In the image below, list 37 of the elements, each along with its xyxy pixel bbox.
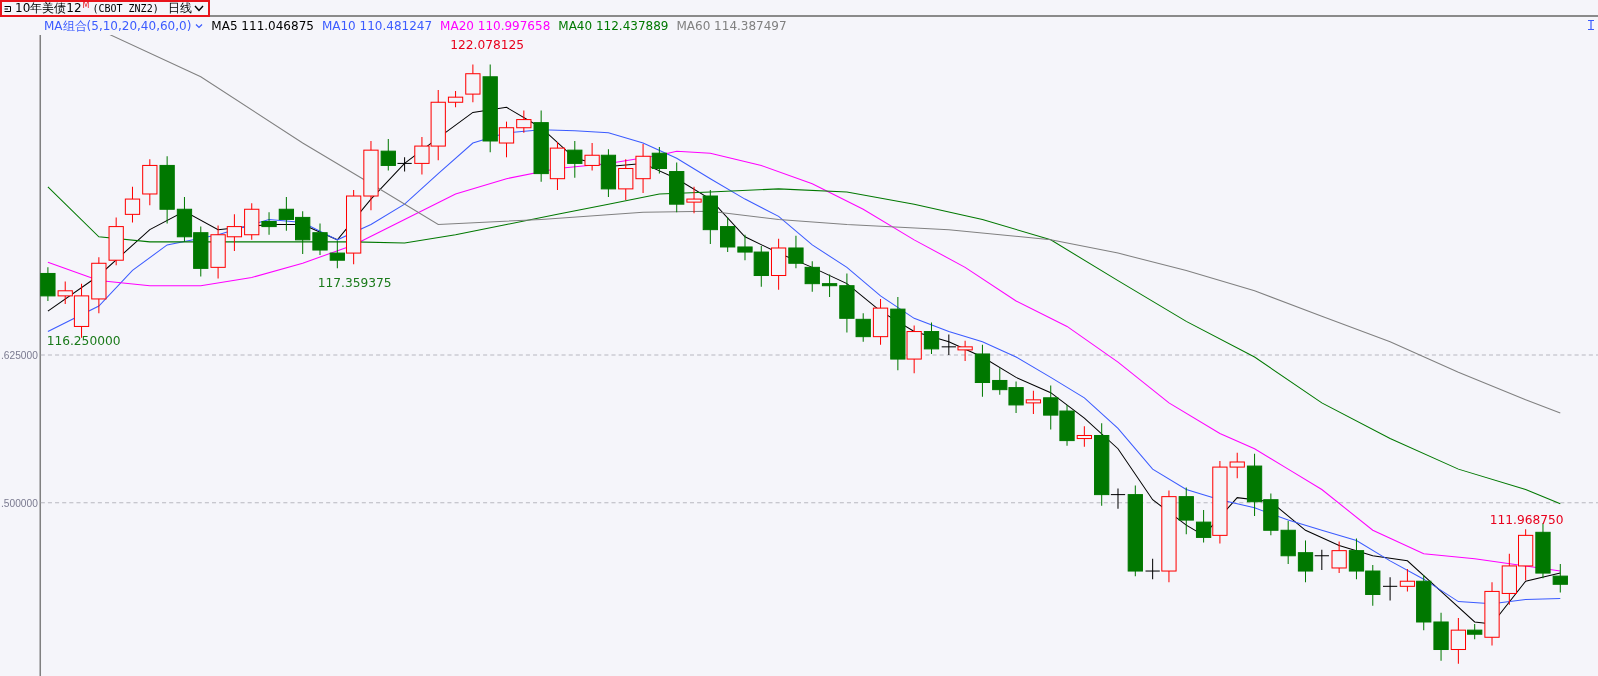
moving-average-value: MA10 110.481247 — [321, 19, 433, 33]
candlestick — [91, 256, 107, 314]
candlestick — [108, 216, 124, 266]
moving-average-value: MA40 112.437889 — [558, 19, 669, 33]
chevron-down-icon — [193, 5, 204, 12]
price-extreme-label: 117.359375 — [317, 275, 392, 290]
panel-icon[interactable] — [4, 4, 12, 13]
caret-icon — [195, 23, 204, 29]
candlestick — [193, 226, 209, 278]
ma-group-selector[interactable]: MA组合(5,10,20,40,60,0) — [44, 17, 204, 35]
moving-average-value: MA20 110.997658 — [440, 19, 551, 33]
candlestick — [1280, 520, 1296, 565]
candlestick — [226, 213, 243, 252]
candlestick — [1501, 553, 1517, 606]
price-extreme-label: 111.968750 — [1489, 513, 1564, 528]
instrument-code: (CBOT ZNZ2) — [92, 3, 159, 14]
price-axis-label: .500000 — [1, 497, 38, 509]
candlestick — [312, 223, 328, 256]
moving-average-value: MA5 111.046875 — [211, 19, 314, 33]
candlestick — [124, 186, 141, 223]
price-extreme-label: 122.078125 — [450, 38, 525, 53]
price-axis-label: .625000 — [1, 350, 38, 362]
text-cursor-icon — [1588, 20, 1594, 30]
candlestick — [295, 210, 311, 255]
candlestick — [720, 216, 736, 253]
candlestick — [1008, 381, 1024, 414]
candlestick — [1348, 537, 1365, 580]
candlestick — [567, 140, 583, 179]
candlestick — [1433, 612, 1449, 662]
moving-average-value: MA60 114.387497 — [676, 19, 787, 33]
candlestick — [210, 225, 226, 280]
candlestick — [618, 158, 634, 201]
candlestick — [804, 260, 820, 293]
instrument-title: 10年美债12 — [15, 0, 82, 17]
price-extreme-label: 116.250000 — [46, 333, 121, 348]
period-dropdown[interactable]: 日线 — [161, 0, 204, 17]
candlestick — [1518, 528, 1534, 581]
